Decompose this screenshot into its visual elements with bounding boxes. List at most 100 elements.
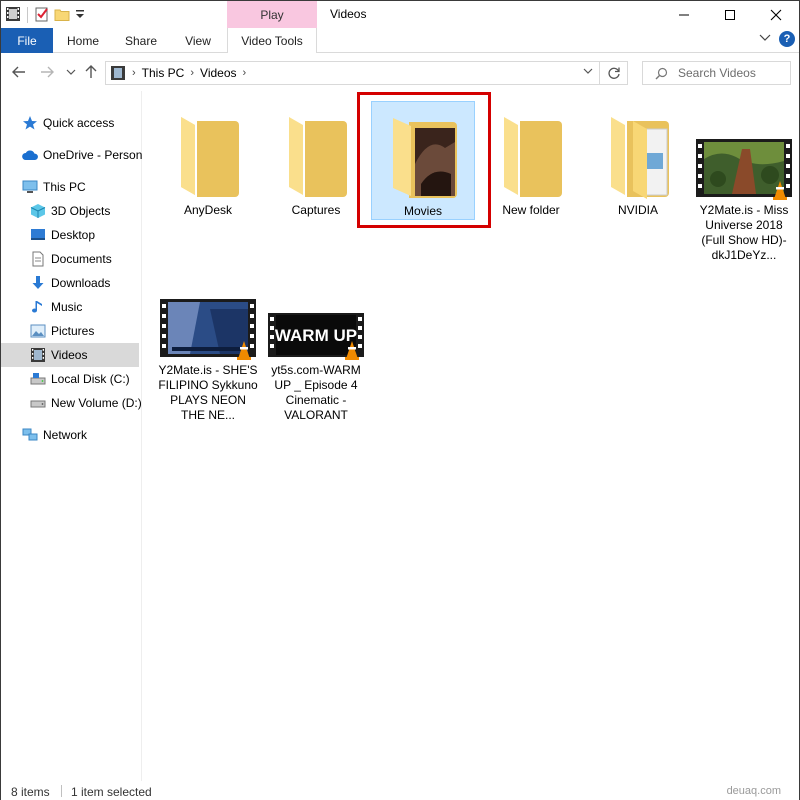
folder-icon [479, 101, 583, 201]
watermark: deuaq.com [726, 785, 781, 797]
close-button[interactable] [753, 1, 799, 28]
chevron-down-icon [759, 34, 771, 41]
sidebar-item-label: Downloads [51, 276, 111, 290]
sidebar-item-documents[interactable]: Documents [1, 247, 142, 271]
sidebar-item-local-disk-c[interactable]: Local Disk (C:) [1, 367, 142, 391]
breadcrumb-videos[interactable]: Videos [200, 66, 236, 80]
video-thumbnail [692, 101, 796, 201]
back-button[interactable] [11, 64, 27, 80]
title-bar: Play Videos [1, 1, 799, 28]
ribbon-tabs: File Home Share View Video Tools ? [1, 28, 799, 54]
sidebar-item-music[interactable]: Music [1, 295, 142, 319]
tab-share[interactable]: Share [115, 28, 167, 53]
file-name: New folder [502, 203, 560, 217]
tab-file[interactable]: File [1, 28, 53, 53]
video-folder-icon [110, 65, 126, 81]
music-icon [29, 298, 47, 316]
navigation-pane: Quick access OneDrive - Person This PC 3… [1, 91, 142, 781]
file-view: AnyDesk Captures Movies New folder NVIDI… [143, 91, 799, 781]
video-thumbnail: WARM UP [264, 291, 368, 361]
video-icon [29, 346, 47, 364]
folder-icon [156, 101, 260, 201]
arrow-left-icon [12, 66, 25, 78]
file-item-video[interactable]: Y2Mate.is - SHE'S FILIPINO Sykkuno PLAYS… [156, 291, 260, 423]
sidebar-item-label: This PC [43, 180, 86, 194]
search-box[interactable]: Search Videos [642, 61, 791, 85]
address-dropdown-icon[interactable] [583, 66, 593, 78]
maximize-button[interactable] [707, 1, 753, 28]
drive-icon [29, 370, 47, 388]
refresh-icon [607, 67, 620, 79]
sidebar-item-downloads[interactable]: Downloads [1, 271, 142, 295]
file-name: AnyDesk [183, 203, 233, 217]
help-icon[interactable]: ? [779, 31, 795, 47]
minimize-button[interactable] [661, 1, 707, 28]
sidebar-item-desktop[interactable]: Desktop [1, 223, 142, 247]
file-name: NVIDIA [617, 203, 658, 217]
customize-qat-icon[interactable] [74, 6, 86, 25]
pictures-icon [29, 322, 47, 340]
drive-icon [29, 394, 47, 412]
desktop-icon [29, 226, 47, 244]
sidebar-item-pictures[interactable]: Pictures [1, 319, 142, 343]
search-icon [655, 67, 668, 79]
folder-with-files-icon [586, 101, 690, 201]
file-item-folder[interactable]: AnyDesk [156, 101, 260, 218]
sidebar-item-videos[interactable]: Videos [1, 343, 139, 367]
file-item-video[interactable]: WARM UP yt5s.com-WARM UP _ Episode 4 Cin… [264, 291, 368, 423]
file-item-folder[interactable]: Captures [264, 101, 368, 218]
refresh-button[interactable] [599, 62, 627, 84]
star-icon [21, 114, 39, 132]
file-explorer-window: Play Videos File Home Share View Video T… [0, 0, 800, 800]
document-icon [29, 250, 47, 268]
breadcrumb-separator: › [190, 67, 195, 79]
sidebar-item-label: Videos [51, 348, 88, 362]
file-name: yt5s.com-WARM UP _ Episode 4 Cinematic -… [271, 363, 361, 422]
minimize-icon [679, 14, 689, 15]
play-context-tab[interactable]: Play [227, 1, 317, 28]
sidebar-item-this-pc[interactable]: This PC [1, 175, 142, 199]
sidebar-item-3d-objects[interactable]: 3D Objects [1, 199, 142, 223]
annotation-highlight [357, 92, 491, 228]
network-icon [21, 426, 39, 444]
selection-count: 1 item selected [71, 785, 152, 799]
folder-icon [264, 101, 368, 201]
sidebar-item-network[interactable]: Network [1, 423, 142, 447]
address-bar[interactable]: › This PC › Videos › [105, 61, 628, 85]
window-title: Videos [330, 7, 367, 21]
recent-locations-button[interactable] [63, 64, 79, 80]
cube-icon [29, 202, 47, 220]
download-icon [29, 274, 47, 292]
forward-button[interactable] [39, 64, 55, 80]
tab-view[interactable]: View [173, 28, 223, 53]
file-item-folder[interactable]: NVIDIA [586, 101, 690, 218]
window-controls [661, 1, 799, 28]
breadcrumb-this-pc[interactable]: This PC [142, 66, 185, 80]
sidebar-item-quick-access[interactable]: Quick access [1, 111, 142, 135]
file-item-folder[interactable]: New folder [479, 101, 583, 218]
navigation-bar: › This PC › Videos › Search Videos [1, 53, 799, 91]
chevron-down-icon [66, 69, 76, 75]
maximize-icon [725, 9, 735, 20]
ribbon-right-controls: ? [759, 31, 795, 47]
file-name: Y2Mate.is - SHE'S FILIPINO Sykkuno PLAYS… [158, 363, 258, 422]
arrow-right-icon [41, 66, 54, 78]
sidebar-item-label: Network [43, 428, 88, 442]
file-item-video[interactable]: Y2Mate.is - Miss Universe 2018 (Full Sho… [692, 101, 796, 263]
properties-icon[interactable] [34, 6, 50, 25]
file-name: Y2Mate.is - Miss Universe 2018 (Full Sho… [699, 203, 789, 262]
status-separator [61, 785, 62, 797]
tab-video-tools[interactable]: Video Tools [227, 28, 317, 54]
computer-icon [21, 178, 39, 196]
breadcrumb-separator: › [242, 67, 247, 79]
tab-home[interactable]: Home [57, 28, 109, 53]
expand-ribbon-button[interactable] [759, 32, 771, 46]
arrow-up-icon [85, 65, 97, 78]
sidebar-item-onedrive[interactable]: OneDrive - Person [1, 143, 142, 167]
sidebar-item-new-volume-d[interactable]: New Volume (D:) [1, 391, 142, 415]
up-button[interactable] [83, 64, 99, 80]
sidebar-item-label: OneDrive - Person [43, 148, 142, 162]
new-folder-icon[interactable] [54, 6, 70, 25]
quick-access-toolbar [5, 5, 86, 25]
sidebar-item-label: New Volume (D:) [51, 396, 142, 410]
